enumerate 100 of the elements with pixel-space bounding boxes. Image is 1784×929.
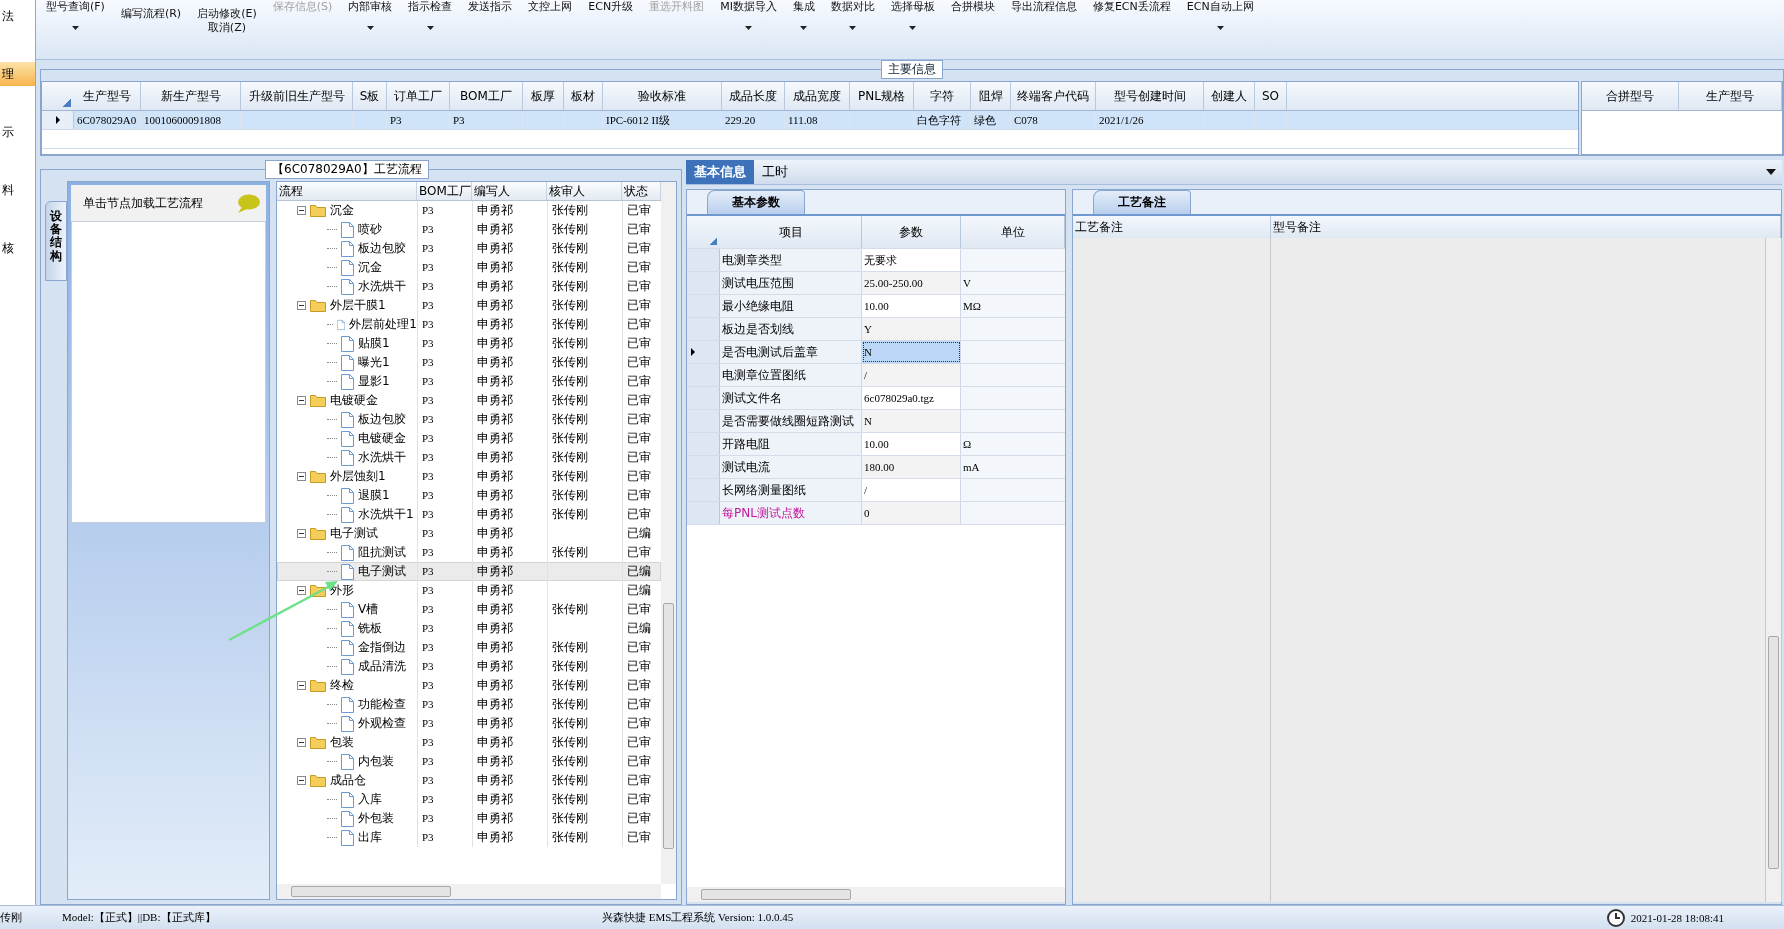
tree-row[interactable]: 外层干膜1 P3 申勇祁 张传刚 已审	[277, 296, 661, 315]
column-header[interactable]: PNL规格	[850, 82, 914, 110]
column-header[interactable]: 订单工厂	[387, 82, 450, 110]
tree-node-label[interactable]: 铣板	[358, 620, 382, 637]
tree-node-label[interactable]: 曝光1	[358, 354, 390, 371]
toolbar-button[interactable]: 型号查询(F)	[44, 0, 107, 30]
column-header[interactable]: 字符	[914, 82, 971, 110]
tree-row[interactable]: 成品仓 P3 申勇祁 张传刚 已审	[277, 771, 661, 790]
tree-node-label[interactable]: 显影1	[358, 373, 390, 390]
tree-node-label[interactable]: 退膜1	[358, 487, 390, 504]
tree-row[interactable]: 显影1 P3 申勇祁 张传刚 已审	[277, 372, 661, 391]
column-header[interactable]: 生产型号	[74, 82, 141, 110]
toolbar-button[interactable]: 修复ECN丢流程	[1090, 0, 1173, 13]
tree-node-label[interactable]: 外层蚀刻1	[330, 468, 386, 485]
tree-row[interactable]: 退膜1 P3 申勇祁 张传刚 已审	[277, 486, 661, 505]
tree-node-label[interactable]: V槽	[358, 601, 379, 618]
toolbar-button[interactable]: 取消(Z)	[205, 21, 248, 34]
nav-item[interactable]: 核	[0, 236, 35, 260]
tree-node-label[interactable]: 外形	[330, 582, 354, 599]
column-header[interactable]: 合拼型号	[1582, 82, 1679, 110]
tree-node-label[interactable]: 内包装	[358, 753, 394, 770]
tree-row[interactable]: 铣板 P3 申勇祁 已编	[277, 619, 661, 638]
value-cell[interactable]: 10.00	[862, 295, 961, 317]
toolbar-button[interactable]: 发送指示	[466, 0, 515, 13]
value-cell[interactable]: /	[862, 479, 961, 501]
value-cell[interactable]: 0	[862, 502, 961, 524]
tree-node-label[interactable]: 包装	[330, 734, 354, 751]
tree-node-label[interactable]: 阻抗测试	[358, 544, 406, 561]
tree-row[interactable]: 板边包胶 P3 申勇祁 张传刚 已审	[277, 410, 661, 429]
column-header[interactable]: 成品长度	[722, 82, 785, 110]
nav-item[interactable]: 法	[0, 4, 35, 28]
row-header[interactable]	[687, 341, 720, 363]
tree-node-label[interactable]: 外层前处理1	[349, 316, 417, 333]
value-cell[interactable]: N	[862, 341, 961, 363]
column-header[interactable]: BOM工厂	[417, 182, 472, 200]
tree-row[interactable]: 沉金 P3 申勇祁 张传刚 已审	[277, 258, 661, 277]
tree-node-label[interactable]: 外层干膜1	[330, 297, 386, 314]
tree-row[interactable]: 外观检查 P3 申勇祁 张传刚 已审	[277, 714, 661, 733]
tree-node-label[interactable]: 喷砂	[358, 221, 382, 238]
tree-row[interactable]: 沉金 P3 申勇祁 张传刚 已审	[277, 201, 661, 220]
tab[interactable]: 工时	[754, 160, 796, 184]
toolbar-button[interactable]: MI数据导入	[718, 0, 779, 30]
collapse-icon[interactable]	[297, 472, 306, 481]
column-header[interactable]: 核审人	[547, 182, 622, 200]
tree-node-label[interactable]: 入库	[358, 791, 382, 808]
tree-node-label[interactable]: 板边包胶	[358, 240, 406, 257]
tree-row[interactable]: 外包装 P3 申勇祁 张传刚 已审	[277, 809, 661, 828]
toolbar-button[interactable]: 数据对比	[828, 0, 877, 30]
vertical-scrollbar[interactable]	[1766, 238, 1782, 902]
tree-row[interactable]: 水洗烘干 P3 申勇祁 张传刚 已审	[277, 448, 661, 467]
tree-node-label[interactable]: 电子测试	[358, 563, 406, 580]
toolbar-button[interactable]: 内部审核	[346, 0, 395, 30]
tree-row[interactable]: 水洗烘干 P3 申勇祁 张传刚 已审	[277, 277, 661, 296]
dropdown-arrow-icon[interactable]	[1766, 169, 1776, 175]
collapse-icon[interactable]	[297, 206, 306, 215]
collapse-icon[interactable]	[297, 681, 306, 690]
toolbar-button[interactable]: ECN自动上网	[1184, 0, 1256, 30]
collapse-icon[interactable]	[297, 586, 306, 595]
collapse-icon[interactable]	[297, 529, 306, 538]
collapse-icon[interactable]	[297, 301, 306, 310]
tree-row[interactable]: 电镀硬金 P3 申勇祁 张传刚 已审	[277, 429, 661, 448]
column-header[interactable]: 终端客户代码	[1011, 82, 1096, 110]
table-row[interactable]: 6C078029A0 10010600091808 P3 P3 IPC-6012 II级 229.20 111.08 白色字符 绿色 C078 2021/1/26	[42, 111, 1578, 130]
column-header[interactable]: BOM工厂	[450, 82, 523, 110]
column-header[interactable]: 生产型号	[1679, 82, 1782, 110]
tree-node-label[interactable]: 水洗烘干1	[358, 506, 414, 523]
collapse-icon[interactable]	[297, 776, 306, 785]
tree-row[interactable]: 金指倒边 P3 申勇祁 张传刚 已审	[277, 638, 661, 657]
row-header[interactable]	[42, 111, 74, 129]
column-header[interactable]: 参数	[862, 216, 961, 248]
tree-node-label[interactable]: 沉金	[358, 259, 382, 276]
tree-row[interactable]: 曝光1 P3 申勇祁 张传刚 已审	[277, 353, 661, 372]
side-tab[interactable]: 设备结构	[45, 201, 67, 281]
collapse-icon[interactable]	[297, 396, 306, 405]
tree-row[interactable]: 喷砂 P3 申勇祁 张传刚 已审	[277, 220, 661, 239]
nav-item[interactable]: 示	[0, 120, 35, 144]
tree-row[interactable]: 包装 P3 申勇祁 张传刚 已审	[277, 733, 661, 752]
tree-node-label[interactable]: 外包装	[358, 810, 394, 827]
column-header[interactable]: 创建人	[1204, 82, 1255, 110]
tree-row[interactable]: 电镀硬金 P3 申勇祁 张传刚 已审	[277, 391, 661, 410]
collapse-icon[interactable]	[297, 738, 306, 747]
value-cell[interactable]: 无要求	[862, 249, 961, 271]
value-cell[interactable]: /	[862, 364, 961, 386]
tree-row[interactable]: 功能检查 P3 申勇祁 张传刚 已审	[277, 695, 661, 714]
value-cell[interactable]: N	[862, 410, 961, 432]
column-header[interactable]: 成品宽度	[785, 82, 850, 110]
tree-node-label[interactable]: 水洗烘干	[358, 449, 406, 466]
column-header[interactable]: 升级前旧生产型号	[241, 82, 353, 110]
toolbar-button[interactable]: ECN升级	[586, 0, 636, 13]
tree-row[interactable]: 终检 P3 申勇祁 张传刚 已审	[277, 676, 661, 695]
tree-node-label[interactable]: 功能检查	[358, 696, 406, 713]
tree-row[interactable]: 出库 P3 申勇祁 张传刚 已审	[277, 828, 661, 847]
tree-node-label[interactable]: 贴膜1	[358, 335, 390, 352]
toolbar-button[interactable]: 导出流程信息	[1008, 0, 1079, 13]
column-header[interactable]: SO	[1255, 82, 1287, 110]
toolbar-button[interactable]: 启动修改(E)	[195, 7, 259, 20]
toolbar-button[interactable]: 指示检查	[406, 0, 455, 30]
tree-row[interactable]: 贴膜1 P3 申勇祁 张传刚 已审	[277, 334, 661, 353]
column-header[interactable]: 项目	[720, 216, 862, 248]
tree-node-label[interactable]: 电镀硬金	[330, 392, 378, 409]
